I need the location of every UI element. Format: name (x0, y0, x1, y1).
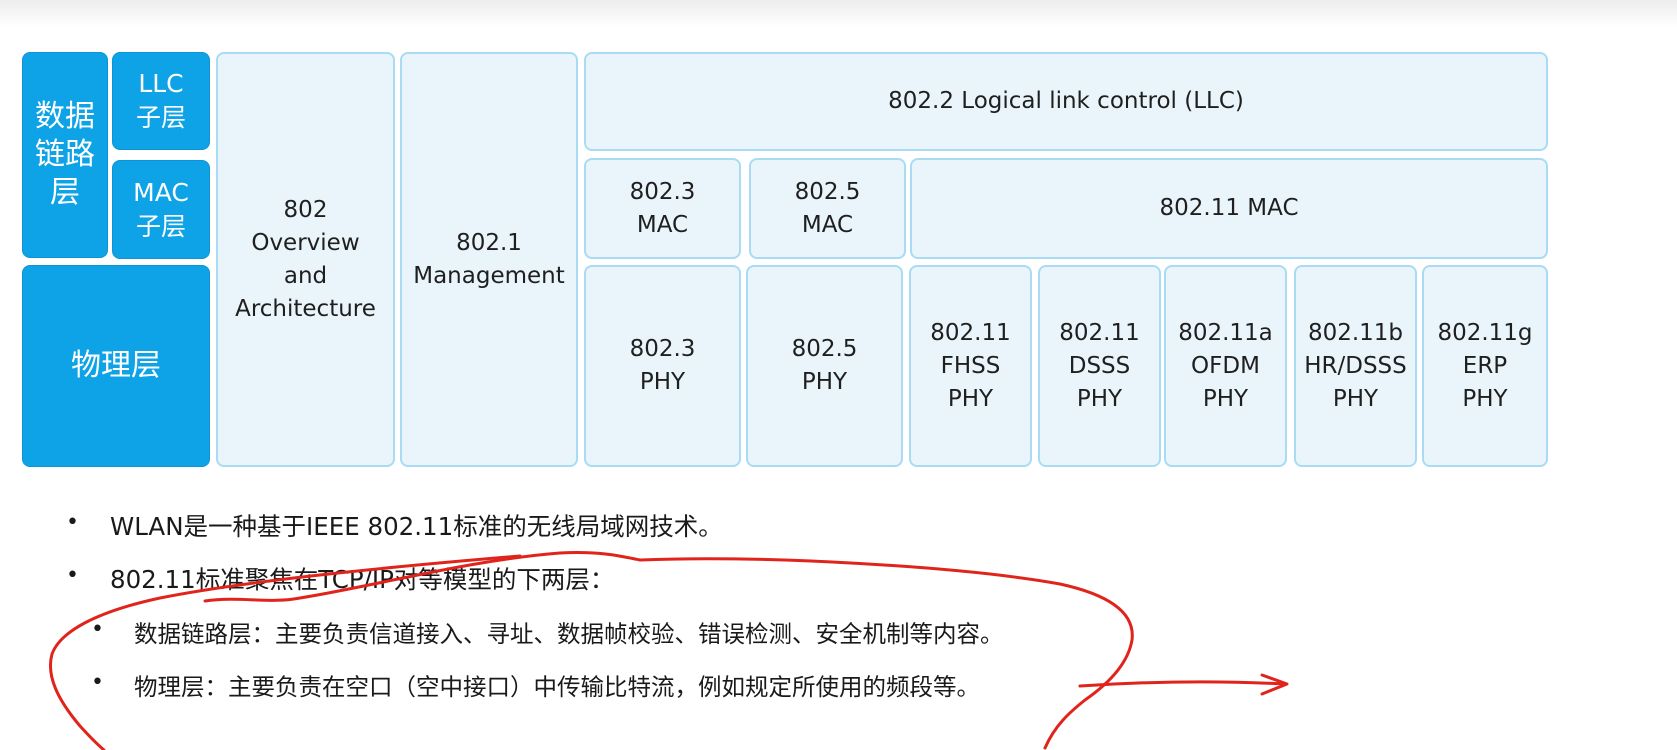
red-arrow-shaft (1078, 680, 1287, 688)
red-ellipse-loop (48, 554, 1134, 750)
red-annotation-layer (48, 551, 1289, 750)
red-underline-stroke (203, 551, 642, 603)
